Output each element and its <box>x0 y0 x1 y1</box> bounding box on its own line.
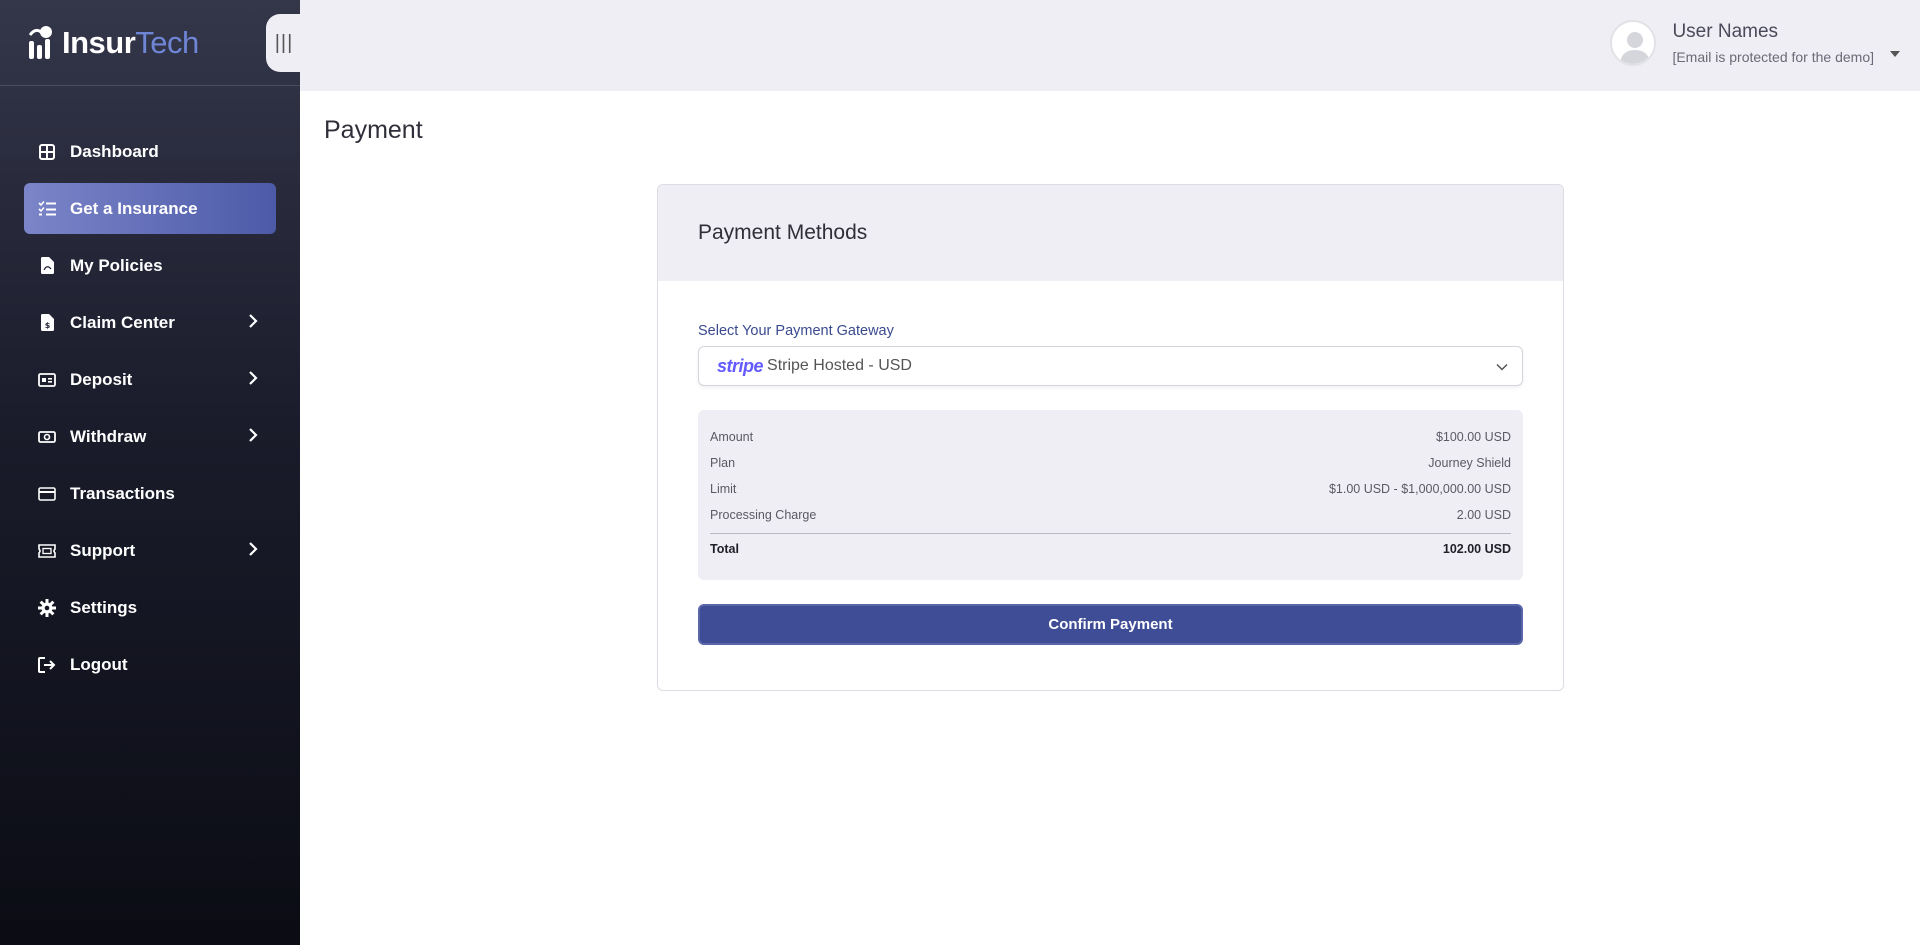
svg-text:$: $ <box>44 321 50 330</box>
sidebar-item-my-policies[interactable]: My Policies <box>24 240 276 291</box>
gear-icon <box>38 598 56 617</box>
summary-label: Plan <box>710 456 736 470</box>
sidebar-item-label: Settings <box>70 597 138 617</box>
summary-row-total: Total 102.00 USD <box>710 536 1511 562</box>
user-menu[interactable]: User Names [Email is protected for the d… <box>1610 20 1900 66</box>
sidebar-item-label: Withdraw <box>70 426 147 446</box>
summary-label: Amount <box>710 430 754 444</box>
sidebar-item-deposit[interactable]: Deposit <box>24 354 276 405</box>
sidebar-item-label: My Policies <box>70 255 163 275</box>
total-value: 102.00 USD <box>1442 542 1511 556</box>
sidebar-item-label: Transactions <box>70 483 175 503</box>
logo-icon <box>28 25 52 59</box>
summary-label: Limit <box>710 482 737 496</box>
file-pdf-icon <box>38 257 56 275</box>
payment-card: Payment Methods Select Your Payment Gate… <box>657 184 1564 691</box>
caret-down-icon[interactable] <box>1890 51 1900 57</box>
chevron-down-icon <box>1496 363 1508 371</box>
card-header: Payment Methods <box>658 185 1563 281</box>
summary-divider <box>710 533 1511 534</box>
sidebar-item-label: Get a Insurance <box>70 198 198 218</box>
chevron-right-icon <box>249 314 258 328</box>
total-label: Total <box>710 542 739 556</box>
page-title: Payment <box>324 116 423 144</box>
stripe-logo: stripe <box>717 355 764 376</box>
sidebar-item-get-insurance[interactable]: Get a Insurance <box>24 183 276 234</box>
top-header: User Names [Email is protected for the d… <box>300 0 1920 91</box>
sidebar-item-label: Support <box>70 540 136 560</box>
sidebar-item-withdraw[interactable]: Withdraw <box>24 411 276 462</box>
card-body: Select Your Payment Gateway stripe Strip… <box>658 281 1563 645</box>
card-title: Payment Methods <box>698 221 868 244</box>
sidebar-item-label: Deposit <box>70 369 133 389</box>
grid-icon <box>38 143 56 161</box>
chevron-right-icon <box>249 428 258 442</box>
sidebar-item-transactions[interactable]: Transactions <box>24 468 276 519</box>
summary-value: $1.00 USD - $1,000,000.00 USD <box>1328 482 1511 496</box>
gateway-selected-value: Stripe Hosted - USD <box>767 357 912 374</box>
sidebar-item-label: Logout <box>70 654 128 674</box>
summary-value: Journey Shield <box>1428 456 1511 470</box>
user-name: User Names <box>1672 21 1779 42</box>
sidebar-item-claim-center[interactable]: $ Claim Center <box>24 297 276 348</box>
ticket-icon <box>38 542 56 560</box>
money-check-icon <box>38 371 56 389</box>
sidebar-item-logout[interactable]: Logout <box>24 639 276 690</box>
gateway-select[interactable]: stripe Stripe Hosted - USD <box>698 346 1523 386</box>
sidebar-nav: Dashboard Get a Insurance My Policies $ … <box>24 126 276 696</box>
chevron-right-icon <box>249 371 258 385</box>
sidebar: InsurTech Dashboard Get a Insurance My P… <box>0 0 300 945</box>
sidebar-item-support[interactable]: Support <box>24 525 276 576</box>
summary-row-plan: Plan Journey Shield <box>710 450 1511 476</box>
summary-label: Processing Charge <box>710 508 817 522</box>
logout-icon <box>38 656 56 674</box>
sidebar-toggle-button[interactable]: ||| <box>266 14 302 72</box>
confirm-payment-button[interactable]: Confirm Payment <box>698 604 1523 645</box>
summary-value: 2.00 USD <box>1456 508 1511 522</box>
file-dollar-icon: $ <box>38 314 56 332</box>
summary-value: $100.00 USD <box>1435 430 1511 444</box>
sidebar-item-label: Dashboard <box>70 141 159 161</box>
sidebar-item-dashboard[interactable]: Dashboard <box>24 126 276 177</box>
logo[interactable]: InsurTech <box>0 0 300 86</box>
chevron-right-icon <box>249 542 258 556</box>
avatar[interactable] <box>1610 20 1657 66</box>
payment-summary: Amount $100.00 USD Plan Journey Shield L… <box>698 410 1523 580</box>
summary-row-processing-charge: Processing Charge 2.00 USD <box>710 502 1511 528</box>
sidebar-item-settings[interactable]: Settings <box>24 582 276 633</box>
logo-text: InsurTech <box>62 24 199 60</box>
credit-card-icon <box>38 485 56 503</box>
checklist-icon <box>38 200 56 218</box>
user-avatar-icon <box>1612 22 1655 64</box>
sidebar-item-label: Claim Center <box>70 312 175 332</box>
summary-row-limit: Limit $1.00 USD - $1,000,000.00 USD <box>710 476 1511 502</box>
gateway-label: Select Your Payment Gateway <box>698 323 894 339</box>
summary-row-amount: Amount $100.00 USD <box>710 424 1511 450</box>
money-bill-icon <box>38 428 56 446</box>
user-email: [Email is protected for the demo] <box>1672 49 1874 65</box>
menu-bars-icon: ||| <box>274 31 294 54</box>
